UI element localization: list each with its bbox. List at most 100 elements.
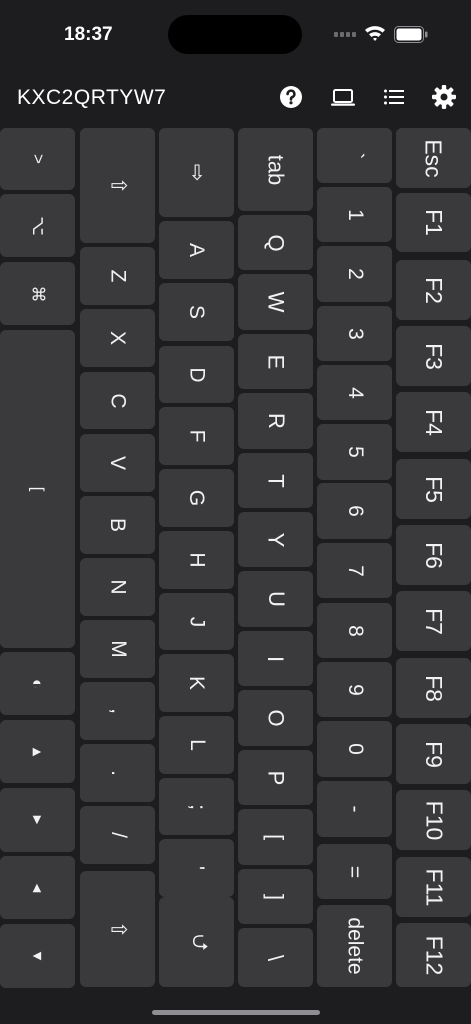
key-label: K — [185, 675, 209, 691]
key-label: = — [343, 865, 367, 878]
key-label: Y — [263, 532, 289, 547]
key-f1[interactable]: F1 — [396, 193, 471, 252]
key-8[interactable]: 8 — [317, 603, 392, 658]
key-1[interactable]: 1 — [317, 187, 392, 242]
key-d[interactable]: D — [159, 346, 234, 403]
return-key[interactable]: ⮍ — [159, 897, 234, 987]
key-z[interactable]: Z — [80, 247, 155, 305]
key-label: F10 — [420, 800, 447, 840]
key-f4[interactable]: F4 — [396, 392, 471, 452]
laptop-icon[interactable] — [328, 82, 358, 112]
key-label: W — [263, 291, 289, 313]
key-f[interactable]: F — [159, 407, 234, 465]
key-label: ⮍ — [187, 933, 211, 951]
home-indicator — [152, 1010, 320, 1015]
key-m[interactable]: M — [80, 620, 155, 678]
key-l[interactable]: L — [159, 716, 234, 774]
key-f7[interactable]: F7 — [396, 591, 471, 651]
key-f9[interactable]: F9 — [396, 724, 471, 784]
key-i[interactable]: I — [238, 631, 313, 686]
key-tab[interactable]: tab — [238, 128, 313, 211]
key-6[interactable]: 6 — [317, 483, 392, 539]
command-key[interactable]: ⌘ — [0, 262, 75, 325]
key-k[interactable]: K — [159, 654, 234, 712]
key-s[interactable]: S — [159, 283, 234, 341]
key-label: ; — [185, 803, 209, 810]
key-j[interactable]: J — [159, 593, 234, 650]
key-h[interactable]: H — [159, 531, 234, 589]
key-label: ⇧ — [105, 920, 129, 938]
key-y[interactable]: Y — [238, 512, 313, 567]
bracket-right-key[interactable]: ] — [238, 869, 313, 924]
bracket-left-key[interactable]: [ — [238, 809, 313, 865]
option-key[interactable]: ⌥ — [0, 194, 75, 257]
key-label: ⌘ — [28, 285, 48, 302]
backslash-key[interactable]: \ — [238, 928, 313, 987]
key-b[interactable]: B — [80, 496, 155, 554]
key-p[interactable]: P — [238, 750, 313, 805]
equals-key[interactable]: = — [317, 844, 392, 899]
key-label: ⇧ — [105, 176, 129, 195]
chevron-key[interactable]: > — [0, 128, 75, 190]
slash-key[interactable]: / — [80, 806, 155, 864]
key-label: ◂ — [28, 883, 48, 892]
comma-key[interactable]: , — [80, 682, 155, 740]
key-n[interactable]: N — [80, 558, 155, 616]
key-q[interactable]: Q — [238, 215, 313, 270]
arrow-up-key[interactable]: ▴ — [0, 720, 75, 783]
key-2[interactable]: 2 — [317, 246, 392, 302]
key-c[interactable]: C — [80, 372, 155, 429]
key-g[interactable]: G — [159, 469, 234, 527]
key-f11[interactable]: F11 — [396, 857, 471, 917]
key-label: Z — [106, 269, 130, 283]
key-9[interactable]: 9 — [317, 662, 392, 717]
key-x[interactable]: X — [80, 309, 155, 367]
key-4[interactable]: 4 — [317, 365, 392, 420]
key-r[interactable]: R — [238, 393, 313, 449]
key-e[interactable]: E — [238, 334, 313, 389]
key-5[interactable]: 5 — [317, 424, 392, 480]
mouse-key[interactable]: ◐ — [0, 652, 75, 715]
question-circle-icon[interactable] — [276, 82, 306, 112]
minus-key[interactable]: - — [317, 781, 392, 837]
key-f3[interactable]: F3 — [396, 326, 471, 386]
key-label: . — [106, 770, 130, 776]
key-label: J — [185, 616, 209, 627]
top-toolbar: KXC2QRTYW7 — [0, 76, 471, 120]
key-f10[interactable]: F10 — [396, 790, 471, 850]
key-label: ⇨ — [184, 163, 208, 182]
key-u[interactable]: U — [238, 571, 313, 627]
key-delete[interactable]: delete — [317, 905, 392, 987]
key-f6[interactable]: F6 — [396, 525, 471, 585]
bracket-left-key[interactable]: [ — [0, 330, 75, 648]
key-t[interactable]: T — [238, 453, 313, 508]
arrow-down-key[interactable]: ▾ — [0, 924, 75, 988]
list-icon[interactable] — [379, 82, 409, 112]
key-7[interactable]: 7 — [317, 543, 392, 598]
shift-key[interactable]: ⇧ — [80, 128, 155, 243]
arrow-left-key[interactable]: ◂ — [0, 856, 75, 919]
quote-key[interactable]: ' — [159, 839, 234, 897]
key-label: 0 — [343, 743, 367, 755]
key-label: R — [263, 413, 289, 429]
shift-key[interactable]: ⇧ — [80, 871, 155, 987]
period-key[interactable]: . — [80, 744, 155, 802]
gear-icon[interactable] — [429, 82, 459, 112]
key-label: P — [263, 770, 289, 785]
key-w[interactable]: W — [238, 274, 313, 330]
right-arrow-key[interactable]: ⇨ — [159, 128, 234, 217]
key-f12[interactable]: F12 — [396, 923, 471, 987]
key-f5[interactable]: F5 — [396, 459, 471, 519]
key-esc[interactable]: Esc — [396, 128, 471, 188]
key-v[interactable]: V — [80, 434, 155, 492]
arrow-right-key[interactable]: ▸ — [0, 788, 75, 852]
key-3[interactable]: 3 — [317, 306, 392, 361]
key-a[interactable]: A — [159, 221, 234, 279]
key-label: E — [263, 354, 289, 369]
semicolon-key[interactable]: ; — [159, 778, 234, 835]
key-f2[interactable]: F2 — [396, 260, 471, 320]
key-0[interactable]: 0 — [317, 721, 392, 777]
key-o[interactable]: O — [238, 690, 313, 746]
backtick-key[interactable]: ` — [317, 128, 392, 183]
key-f8[interactable]: F8 — [396, 658, 471, 718]
